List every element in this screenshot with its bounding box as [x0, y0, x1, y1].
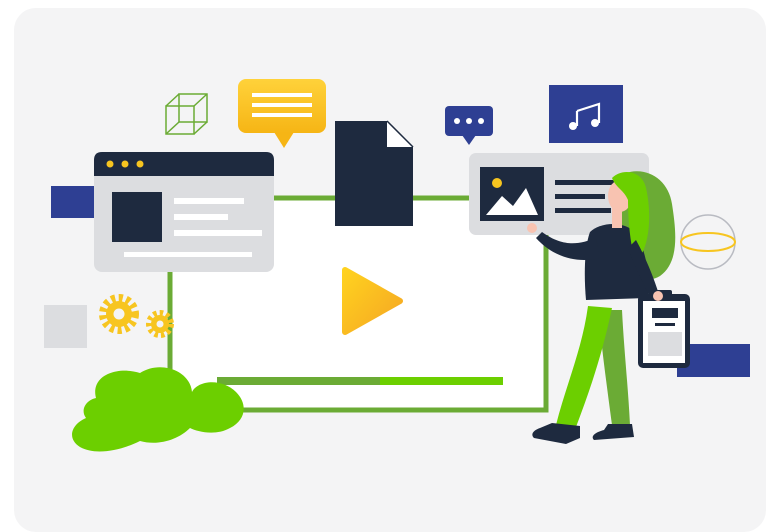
- browser-thumbnail: [112, 192, 162, 242]
- browser-text-line: [124, 252, 252, 257]
- image-card-text-line: [555, 194, 605, 199]
- image-card-text-line: [555, 208, 611, 213]
- chat-bubble-icon: [238, 79, 326, 148]
- video-creation-illustration: [44, 79, 750, 452]
- music-note-icon: [549, 85, 623, 143]
- window-dot-icon: [106, 160, 114, 168]
- ellipsis-chat-icon: [445, 106, 493, 145]
- progress-fill: [217, 377, 380, 385]
- gear-icon: [151, 315, 169, 333]
- browser-text-line: [174, 230, 262, 236]
- clipboard-icon: [638, 290, 690, 368]
- image-card-text-line: [555, 180, 617, 185]
- globe-icon: [680, 214, 736, 270]
- browser-window: [94, 152, 274, 272]
- window-dot-icon: [136, 160, 144, 168]
- document-icon: [335, 120, 414, 226]
- decor-square-navy: [51, 186, 94, 218]
- browser-title-bar: [94, 152, 274, 176]
- wireframe-cube-icon: [165, 93, 208, 135]
- browser-text-line: [174, 214, 228, 220]
- gear-icon: [106, 301, 132, 327]
- browser-text-line: [174, 198, 244, 204]
- image-icon: [480, 167, 544, 221]
- decor-square-gray: [44, 305, 87, 348]
- window-dot-icon: [121, 160, 129, 168]
